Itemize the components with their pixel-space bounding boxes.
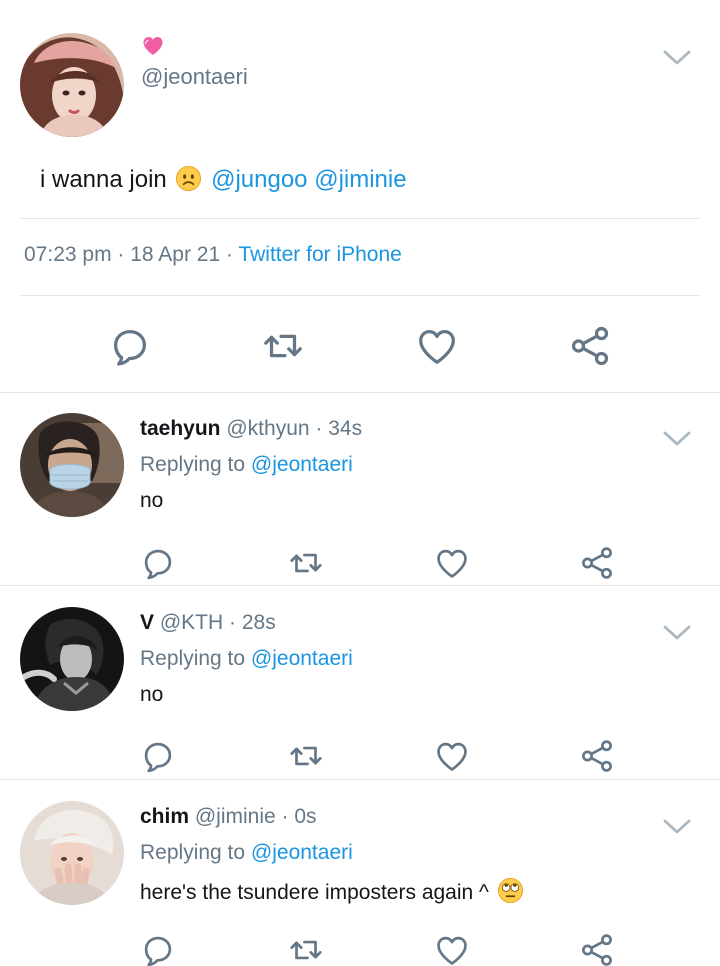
mention-link[interactable]: @jeontaeri	[251, 841, 353, 864]
separator: ·	[229, 611, 242, 634]
reply-tweet: V @KTH · 28s Replying to @jeontaeri no	[0, 586, 720, 780]
like-icon	[433, 931, 471, 966]
avatar[interactable]	[20, 607, 124, 711]
retweet-button[interactable]	[286, 930, 326, 966]
tweet-text: i wanna join @jungoo @jiminie	[40, 165, 407, 194]
tweet-source-link[interactable]: Twitter for iPhone	[238, 243, 401, 266]
retweet-icon	[287, 544, 325, 582]
divider	[20, 295, 700, 296]
like-button[interactable]	[432, 543, 472, 583]
share-icon	[567, 323, 613, 369]
reply-tweet: chim @jiminie · 0s Replying to @jeontaer…	[0, 780, 720, 966]
mention-link[interactable]: @jiminie	[314, 166, 406, 193]
separator: ·	[117, 243, 131, 266]
avatar[interactable]	[20, 413, 124, 517]
reply-author-name[interactable]: chim	[140, 805, 189, 828]
reply-button[interactable]	[138, 736, 178, 776]
mention-link[interactable]: @jeontaeri	[251, 647, 353, 670]
replying-to: Replying to @jeontaeri	[140, 453, 353, 477]
share-button[interactable]	[577, 930, 617, 966]
tweet-actions	[0, 543, 720, 583]
replying-to-prefix: Replying to	[140, 453, 246, 476]
reply-button[interactable]	[106, 322, 154, 370]
reply-icon	[139, 931, 177, 966]
separator: ·	[225, 243, 239, 266]
mention-link[interactable]: @jeontaeri	[251, 453, 353, 476]
separator: ·	[281, 805, 295, 828]
reply-tweet: taehyun @kthyun · 34s Replying to @jeont…	[0, 393, 720, 586]
chevron-down-icon[interactable]	[662, 816, 692, 836]
share-button[interactable]	[577, 543, 617, 583]
replying-to-prefix: Replying to	[140, 841, 246, 864]
reply-text-body: here's the tsundere imposters again ^	[140, 881, 489, 904]
reply-header: chim @jiminie · 0s	[140, 805, 317, 829]
reply-icon	[139, 737, 177, 775]
chevron-down-icon[interactable]	[662, 47, 692, 67]
reply-author-handle[interactable]: @kthyun	[226, 417, 309, 440]
mention-link[interactable]: @jungoo	[211, 166, 307, 193]
retweet-button[interactable]	[286, 543, 326, 583]
tweet-text-body: i wanna join	[40, 166, 167, 193]
main-tweet: @jeontaeri i wanna join @jungoo @jiminie…	[0, 0, 720, 393]
like-button[interactable]	[432, 930, 472, 966]
tweet-meta: 07:23 pm · 18 Apr 21 · Twitter for iPhon…	[24, 243, 402, 267]
reply-time: 28s	[241, 611, 276, 634]
like-icon	[414, 323, 460, 369]
reply-author-handle[interactable]: @KTH	[160, 611, 223, 634]
chevron-down-icon[interactable]	[662, 622, 692, 642]
reply-button[interactable]	[138, 543, 178, 583]
reply-author-name[interactable]: taehyun	[140, 417, 221, 440]
reply-header: V @KTH · 28s	[140, 611, 276, 635]
share-button[interactable]	[566, 322, 614, 370]
tweet-time: 07:23 pm	[24, 243, 112, 266]
like-button[interactable]	[432, 736, 472, 776]
share-button[interactable]	[577, 736, 617, 776]
eye-roll-emoji-icon	[497, 877, 523, 904]
tweet-author-handle[interactable]: @jeontaeri	[141, 64, 248, 90]
tweet-date: 18 Apr 21	[130, 243, 221, 266]
avatar[interactable]	[20, 801, 124, 905]
reply-text: here's the tsundere imposters again ^	[140, 877, 525, 905]
retweet-icon	[287, 737, 325, 775]
reply-header: taehyun @kthyun · 34s	[140, 417, 362, 441]
like-button[interactable]	[413, 322, 461, 370]
retweet-icon	[287, 931, 325, 966]
divider	[20, 218, 700, 219]
like-icon	[433, 737, 471, 775]
retweet-button[interactable]	[259, 322, 307, 370]
reply-time: 34s	[328, 417, 363, 440]
reply-author-name[interactable]: V	[140, 611, 154, 634]
reply-text: no	[140, 489, 164, 512]
reply-icon	[107, 323, 153, 369]
retweet-button[interactable]	[286, 736, 326, 776]
replying-to-prefix: Replying to	[140, 647, 246, 670]
replying-to: Replying to @jeontaeri	[140, 647, 353, 671]
chevron-down-icon[interactable]	[662, 428, 692, 448]
tweet-actions	[0, 930, 720, 966]
pink-heart-emoji-icon	[141, 34, 165, 58]
share-icon	[578, 737, 616, 775]
reply-button[interactable]	[138, 930, 178, 966]
share-icon	[578, 544, 616, 582]
reply-icon	[139, 544, 177, 582]
separator: ·	[315, 417, 329, 440]
tweet-actions	[0, 322, 720, 370]
avatar[interactable]	[20, 33, 124, 137]
reply-author-handle[interactable]: @jiminie	[195, 805, 276, 828]
reply-time: 0s	[294, 805, 317, 828]
share-icon	[578, 931, 616, 966]
like-icon	[433, 544, 471, 582]
replying-to: Replying to @jeontaeri	[140, 841, 353, 865]
retweet-icon	[260, 323, 306, 369]
frowning-face-emoji-icon	[175, 165, 202, 192]
reply-text: no	[140, 683, 164, 706]
tweet-actions	[0, 736, 720, 776]
